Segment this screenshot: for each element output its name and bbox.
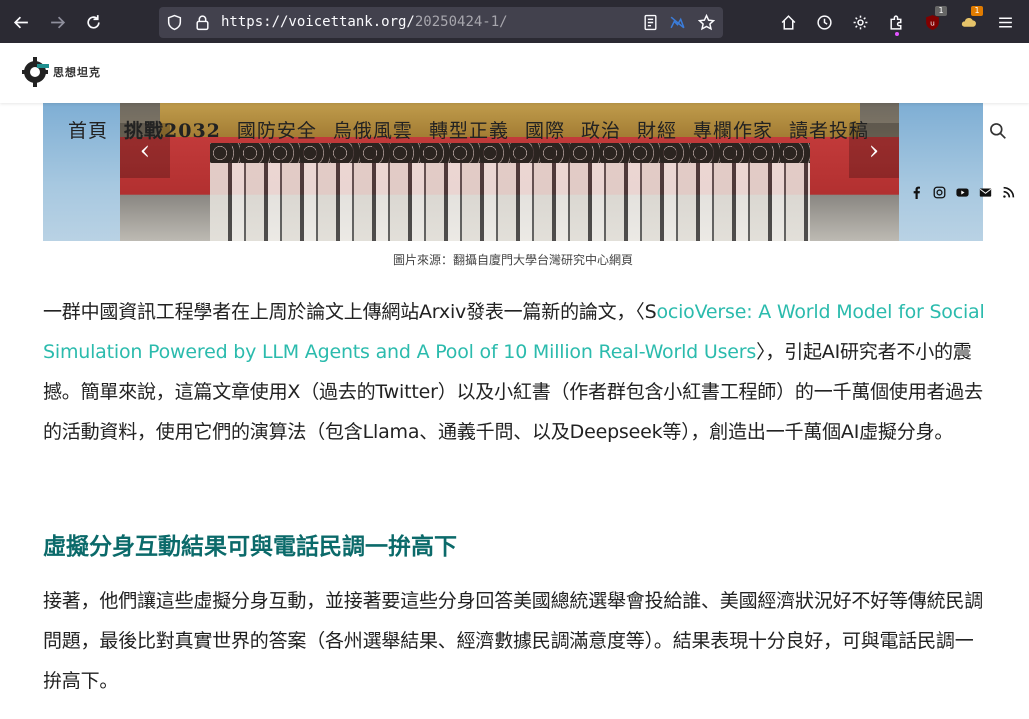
nav-item-politics[interactable]: 政治 <box>581 117 621 145</box>
paragraph-1-lead: 一群中國資訊工程學者在上周於論文上傳網站Arxiv發表一篇新的論文，〈S <box>43 301 657 323</box>
menu-hamburger-icon[interactable] <box>990 7 1020 37</box>
lock-icon[interactable] <box>194 14 211 31</box>
facebook-icon[interactable] <box>905 184 928 200</box>
hero-photo-heads <box>210 143 810 163</box>
bookmark-star-icon[interactable] <box>697 13 716 31</box>
settings-gear-icon[interactable] <box>845 7 875 37</box>
article-subheading: 虛擬分身互動結果可與電話民調一拚高下 <box>43 534 457 560</box>
site-header: 思想坦克 <box>0 43 1029 103</box>
ublock-icon[interactable]: u 1 <box>917 6 947 37</box>
browser-toolbar: https://voicettank.org/20250424-1/ u 1 1 <box>0 0 1029 43</box>
article-paragraph-2: 接著，他們讓這些虛擬分身互動，並接著要這些分身回答美國總統選舉會投給誰、美國經濟… <box>43 590 984 692</box>
article-paragraph-1: 一群中國資訊工程學者在上周於論文上傳網站Arxiv發表一篇新的論文，〈Socio… <box>43 292 988 452</box>
nav-item-defense[interactable]: 國防安全 <box>237 117 317 145</box>
email-icon[interactable] <box>974 184 997 200</box>
url-text[interactable]: https://voicettank.org/20250424-1/ <box>221 7 508 38</box>
extension-badge: 1 <box>971 6 983 16</box>
image-caption: 圖片來源：翻攝自廈門大學台灣研究中心網頁 <box>392 253 633 267</box>
forward-icon[interactable] <box>42 7 72 37</box>
reload-icon[interactable] <box>78 7 108 37</box>
rss-icon[interactable] <box>997 184 1020 200</box>
shield-icon[interactable] <box>166 14 183 31</box>
youtube-icon[interactable] <box>951 184 974 200</box>
svg-text:u: u <box>930 18 935 27</box>
back-icon[interactable] <box>6 7 36 37</box>
site-logo[interactable]: 思想坦克 <box>20 54 101 90</box>
logo-text: 思想坦克 <box>53 66 101 79</box>
nav-item-transitional-justice[interactable]: 轉型正義 <box>429 117 509 145</box>
nav-item-international[interactable]: 國際 <box>525 117 565 145</box>
social-links <box>905 184 1020 202</box>
nav-item-challenge-2032[interactable]: 挑戰2032 <box>124 117 221 145</box>
history-icon[interactable] <box>809 7 839 37</box>
search-icon[interactable] <box>989 122 1009 142</box>
extension-dot-icon <box>895 32 899 36</box>
instagram-icon[interactable] <box>928 184 951 200</box>
main-nav: 首頁 挑戰2032 國防安全 烏俄風雲 轉型正義 國際 政治 財經 專欄作家 讀… <box>68 117 885 145</box>
nav-item-home[interactable]: 首頁 <box>68 117 108 145</box>
reader-view-icon[interactable] <box>642 14 659 31</box>
extensions-puzzle-icon[interactable] <box>881 7 911 37</box>
tracking-protection-icon[interactable] <box>669 14 686 31</box>
home-icon[interactable] <box>773 7 803 37</box>
address-bar[interactable]: https://voicettank.org/20250424-1/ <box>159 7 723 38</box>
url-path: 20250424-1/ <box>414 14 508 30</box>
ublock-badge: 1 <box>935 6 947 16</box>
tank-gear-logo-icon <box>22 57 49 87</box>
nav-item-columnists[interactable]: 專欄作家 <box>693 117 773 145</box>
nav-item-finance[interactable]: 財經 <box>637 117 677 145</box>
extension-cloud-icon[interactable]: 1 <box>953 6 983 37</box>
url-host: https://voicettank.org/ <box>221 14 415 30</box>
nav-item-russia-ukraine[interactable]: 烏俄風雲 <box>333 117 413 145</box>
nav-item-reader-submissions[interactable]: 讀者投稿 <box>789 117 869 145</box>
